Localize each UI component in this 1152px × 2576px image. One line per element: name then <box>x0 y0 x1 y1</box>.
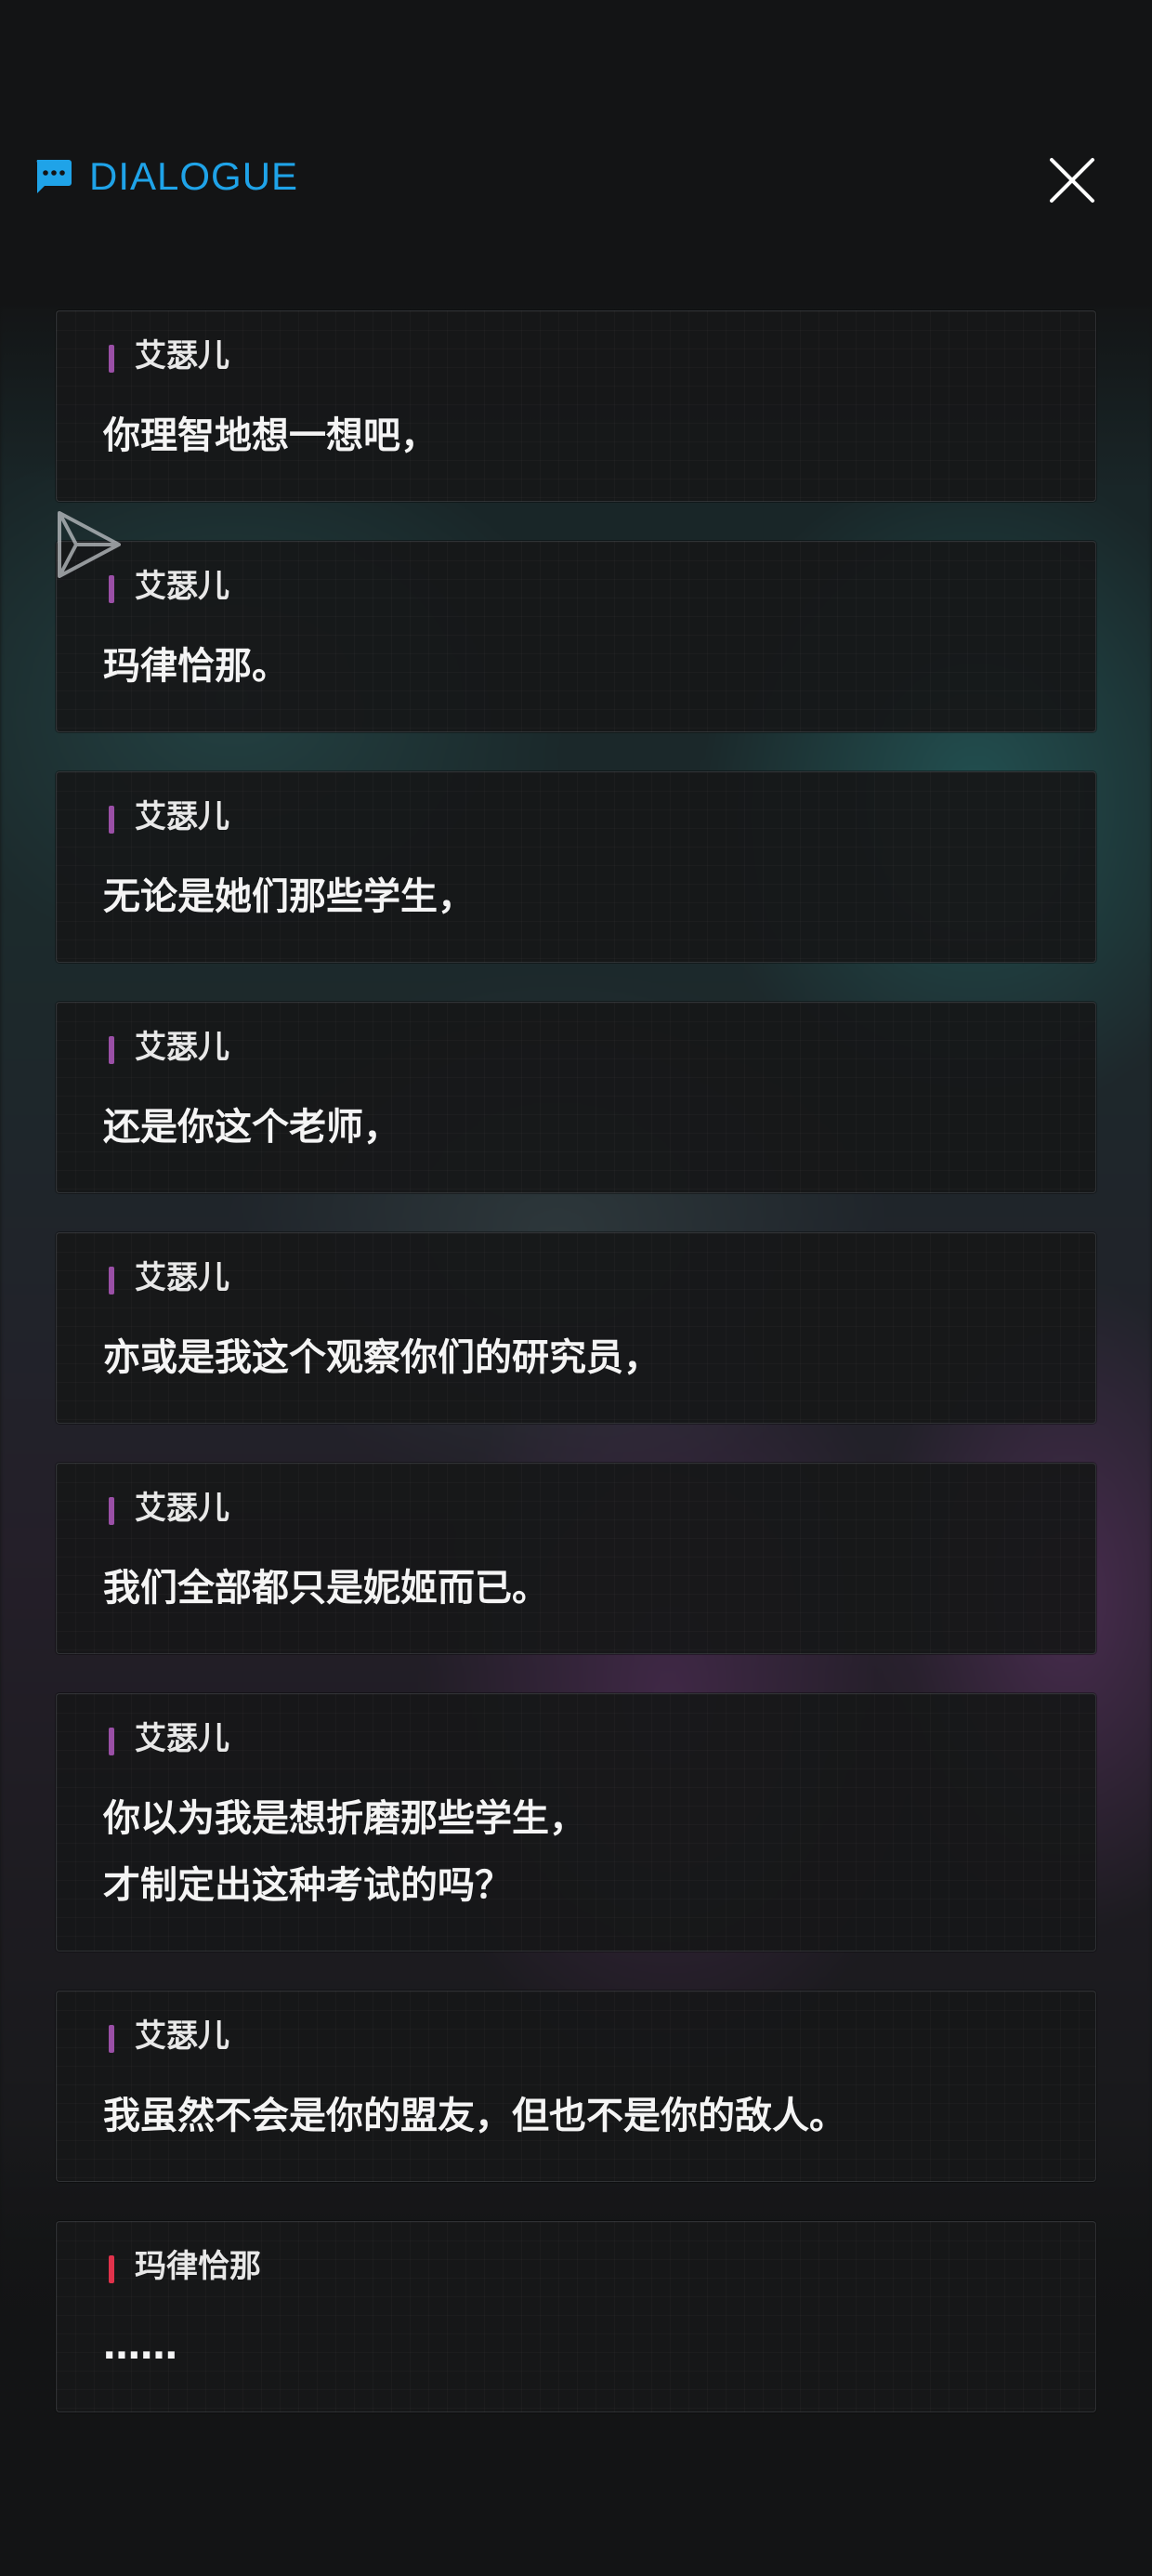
speaker-marker <box>109 1728 114 1755</box>
speaker-row: 艾瑟儿 <box>57 1488 1095 1529</box>
speaker-marker <box>109 345 114 373</box>
dialogue-text: 我虽然不会是你的盟友，但也不是你的敌人。 <box>103 2095 846 2137</box>
dialogue-entry: 艾瑟儿 你理智地想一想吧， <box>56 310 1096 502</box>
dialogue-text: 你以为我是想折磨那些学生， 才制定出这种考试的吗？ <box>103 1797 586 1907</box>
dialogue-entry: 艾瑟儿 还是你这个老师， <box>56 1002 1096 1193</box>
speaker-row: 艾瑟儿 <box>57 1257 1095 1298</box>
dialogue-entry: 玛律恰那 …… <box>56 2221 1096 2412</box>
dialogue-text: …… <box>103 2325 177 2368</box>
dialogue-text: 亦或是我这个观察你们的研究员， <box>103 1336 661 1379</box>
speaker-name: 艾瑟儿 <box>135 568 229 605</box>
close-icon[interactable] <box>1046 154 1098 206</box>
dialogue-text: 还是你这个老师， <box>103 1106 400 1149</box>
speaker-marker <box>109 1267 114 1295</box>
speaker-marker <box>109 806 114 834</box>
speaker-name: 艾瑟儿 <box>135 1720 229 1757</box>
speaker-name: 艾瑟儿 <box>135 1259 229 1296</box>
speaker-row: 艾瑟儿 <box>57 796 1095 837</box>
dialogue-header: DIALOGUE <box>0 139 1152 214</box>
dialogue-title: DIALOGUE <box>89 154 299 198</box>
chat-icon <box>36 160 72 193</box>
speaker-marker <box>109 2255 114 2283</box>
speaker-row: 艾瑟儿 <box>57 335 1095 376</box>
dialogue-text: 玛律恰那。 <box>103 645 289 688</box>
speaker-row: 艾瑟儿 <box>57 1027 1095 1068</box>
dialogue-entry: 艾瑟儿 无论是她们那些学生， <box>56 771 1096 963</box>
dialogue-entry: 艾瑟儿 玛律恰那。 <box>56 541 1096 732</box>
speaker-marker <box>109 1036 114 1064</box>
dialogue-entry: 艾瑟儿 我虽然不会是你的盟友，但也不是你的敌人。 <box>56 1991 1096 2182</box>
speaker-name: 艾瑟儿 <box>135 1490 229 1527</box>
dialogue-log-screen: DIALOGUE 艾瑟儿 你理智地想一想吧， 艾瑟儿 玛律恰那。 艾瑟儿 无论是… <box>0 0 1152 2576</box>
speaker-marker <box>109 2025 114 2053</box>
speaker-name: 玛律恰那 <box>135 2248 261 2285</box>
dialogue-entry: 艾瑟儿 我们全部都只是妮姬而已。 <box>56 1463 1096 1654</box>
send-icon <box>58 511 121 578</box>
dialogue-text: 你理智地想一想吧， <box>103 414 438 457</box>
speaker-name: 艾瑟儿 <box>135 798 229 835</box>
speaker-row: 艾瑟儿 <box>57 566 1095 607</box>
speaker-name: 艾瑟儿 <box>135 2017 229 2055</box>
dialogue-entry: 艾瑟儿 亦或是我这个观察你们的研究员， <box>56 1232 1096 1424</box>
speaker-row: 艾瑟儿 <box>57 2016 1095 2057</box>
speaker-marker <box>109 1497 114 1525</box>
dialogue-text: 我们全部都只是妮姬而已。 <box>103 1567 549 1610</box>
dialogue-list[interactable]: 艾瑟儿 你理智地想一想吧， 艾瑟儿 玛律恰那。 艾瑟儿 无论是她们那些学生， 艾… <box>56 310 1096 2451</box>
speaker-name: 艾瑟儿 <box>135 1029 229 1066</box>
speaker-name: 艾瑟儿 <box>135 337 229 375</box>
speaker-row: 艾瑟儿 <box>57 1718 1095 1759</box>
dialogue-entry: 艾瑟儿 你以为我是想折磨那些学生， 才制定出这种考试的吗？ <box>56 1693 1096 1952</box>
speaker-row: 玛律恰那 <box>57 2246 1095 2287</box>
dialogue-text: 无论是她们那些学生， <box>103 875 475 918</box>
